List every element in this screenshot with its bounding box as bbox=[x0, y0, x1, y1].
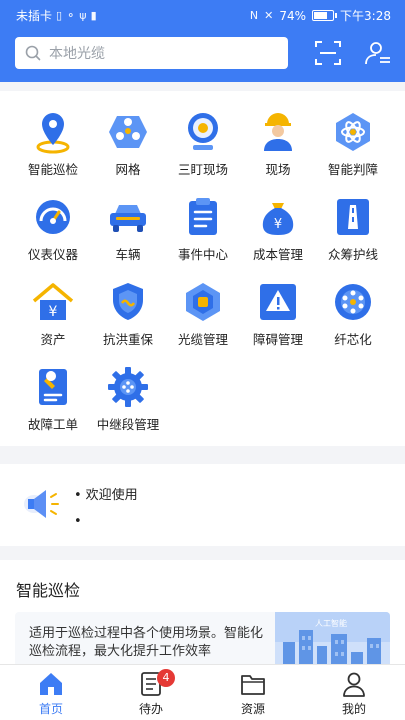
grid-item-money-bag[interactable]: ¥ 成本管理 bbox=[238, 194, 318, 274]
grid-item-label: 智能判障 bbox=[327, 162, 378, 177]
svg-text:¥: ¥ bbox=[274, 217, 282, 232]
grid-item-car[interactable]: 车辆 bbox=[88, 194, 168, 274]
svg-text:¥: ¥ bbox=[49, 304, 58, 320]
status-bar: 未插卡 ▯ ⚬ ψ ▮ N ✕ 74% 下午3:28 bbox=[0, 0, 405, 30]
grid-item-gear[interactable]: 中继段管理 bbox=[88, 364, 168, 444]
grid-item-worker[interactable]: 现场 bbox=[238, 109, 318, 189]
nfc-icon: N bbox=[249, 9, 259, 22]
work-order-icon bbox=[39, 369, 67, 405]
grid-item-label: 光缆管理 bbox=[177, 332, 228, 347]
grid-item-shield[interactable]: 抗洪重保 bbox=[88, 279, 168, 359]
warning-icon bbox=[260, 284, 296, 320]
usb-icon: ψ bbox=[79, 9, 87, 22]
battery-text: 74% bbox=[279, 8, 307, 23]
search-icon bbox=[25, 45, 41, 61]
search-placeholder: 本地光缆 bbox=[49, 46, 105, 62]
grid-item-house-yuan[interactable]: ¥ 资产 bbox=[13, 279, 93, 359]
grid-item-label: 车辆 bbox=[115, 247, 141, 262]
sim-icon: ▯ bbox=[56, 9, 63, 22]
atom-icon bbox=[336, 113, 370, 151]
worker-icon bbox=[264, 113, 292, 151]
grid-item-gauge[interactable]: 仪表仪器 bbox=[13, 194, 93, 274]
grid-item-label: 三盯现场 bbox=[177, 162, 228, 177]
car-icon bbox=[110, 205, 146, 232]
image-caption: 人工智能 bbox=[315, 618, 347, 628]
grid-item-fiber-core[interactable]: 纤芯化 bbox=[313, 279, 393, 359]
scan-icon[interactable] bbox=[313, 38, 343, 68]
mute-icon: ✕ bbox=[264, 9, 274, 22]
clipboard-small-icon: ▮ bbox=[90, 9, 97, 22]
location-pin-icon bbox=[36, 113, 70, 154]
grid-item-webcam[interactable]: 三盯现场 bbox=[163, 109, 243, 189]
grid-item-atom[interactable]: 智能判障 bbox=[313, 109, 393, 189]
grid-item-cable-hex[interactable]: 光缆管理 bbox=[163, 279, 243, 359]
megaphone-icon bbox=[24, 490, 59, 518]
shield-icon bbox=[113, 283, 143, 320]
folder-icon bbox=[241, 675, 265, 695]
grid-item-label: 故障工单 bbox=[27, 417, 78, 432]
tab-home[interactable]: 首页 bbox=[11, 665, 91, 720]
grid-item-location-pin[interactable]: 智能巡检 bbox=[13, 109, 93, 189]
tab-mine[interactable]: 我的 bbox=[314, 665, 394, 720]
user-settings-icon[interactable] bbox=[363, 38, 393, 68]
grid-item-label: 纤芯化 bbox=[334, 332, 372, 347]
todo-badge: 4 bbox=[157, 669, 175, 687]
tab-resources[interactable]: 资源 bbox=[213, 665, 293, 720]
home-icon bbox=[40, 673, 62, 695]
person-icon bbox=[343, 672, 365, 697]
grid-item-label: 现场 bbox=[265, 162, 291, 177]
bottom-tabbar: 首页 待办 4 资源 我的 bbox=[0, 664, 405, 720]
grid-item-label: 抗洪重保 bbox=[102, 332, 153, 347]
grid-item-label: 事件中心 bbox=[177, 247, 228, 262]
tab-label: 我的 bbox=[341, 702, 366, 716]
notice-bar: 欢迎使用 bbox=[0, 464, 405, 546]
app-header: 未插卡 ▯ ⚬ ψ ▮ N ✕ 74% 下午3:28 本地光缆 bbox=[0, 0, 405, 82]
road-icon bbox=[337, 199, 369, 235]
battery-icon bbox=[312, 10, 338, 21]
notice-item[interactable] bbox=[74, 514, 86, 529]
grid-item-grid-network[interactable]: 网格 bbox=[88, 109, 168, 189]
grid-item-road[interactable]: 众筹护线 bbox=[313, 194, 393, 274]
grid-item-warning[interactable]: 障碍管理 bbox=[238, 279, 318, 359]
tab-todo[interactable]: 待办 4 bbox=[111, 665, 191, 720]
gear-icon bbox=[108, 367, 148, 407]
webcam-icon bbox=[188, 113, 218, 150]
grid-item-label: 中继段管理 bbox=[96, 417, 160, 432]
grid-item-label: 智能巡检 bbox=[27, 162, 78, 177]
grid-item-label: 众筹护线 bbox=[327, 247, 378, 262]
carrier-text: 未插卡 bbox=[16, 9, 53, 23]
grid-item-clipboard[interactable]: 事件中心 bbox=[163, 194, 243, 274]
tab-label: 待办 bbox=[138, 702, 163, 716]
grid-item-label: 资产 bbox=[40, 332, 66, 347]
clock-text: 下午3:28 bbox=[340, 9, 391, 23]
tab-label: 首页 bbox=[38, 702, 63, 716]
money-bag-icon: ¥ bbox=[262, 203, 294, 235]
cable-hex-icon bbox=[186, 283, 220, 321]
notice-item[interactable]: 欢迎使用 bbox=[74, 484, 138, 503]
grid-item-label: 仪表仪器 bbox=[27, 247, 78, 262]
grid-item-work-order[interactable]: 故障工单 bbox=[13, 364, 93, 444]
clipboard-icon bbox=[189, 198, 217, 235]
section-title: 智能巡检 bbox=[16, 581, 81, 600]
patrol-description: 适用于巡检过程中各个使用场景。智能化巡检流程，最大化提升工作效率 bbox=[29, 626, 264, 659]
tab-label: 资源 bbox=[240, 702, 265, 716]
grid-item-label: 成本管理 bbox=[252, 247, 303, 262]
grid-item-label: 障碍管理 bbox=[252, 332, 303, 347]
notification-icon: ⚬ bbox=[66, 9, 76, 22]
grid-item-label: 网格 bbox=[115, 162, 141, 177]
fiber-core-icon bbox=[335, 284, 371, 320]
gauge-icon bbox=[36, 200, 70, 234]
function-grid: 智能巡检 网格 三盯现场 现场 智能判障仪表仪器 车辆 事件中心 ¥ 成本管理 众筹护线 ¥ 资产 抗洪… bbox=[0, 91, 405, 446]
house-yuan-icon: ¥ bbox=[32, 283, 74, 320]
grid-network-icon bbox=[109, 116, 147, 148]
search-input[interactable]: 本地光缆 bbox=[15, 37, 288, 69]
